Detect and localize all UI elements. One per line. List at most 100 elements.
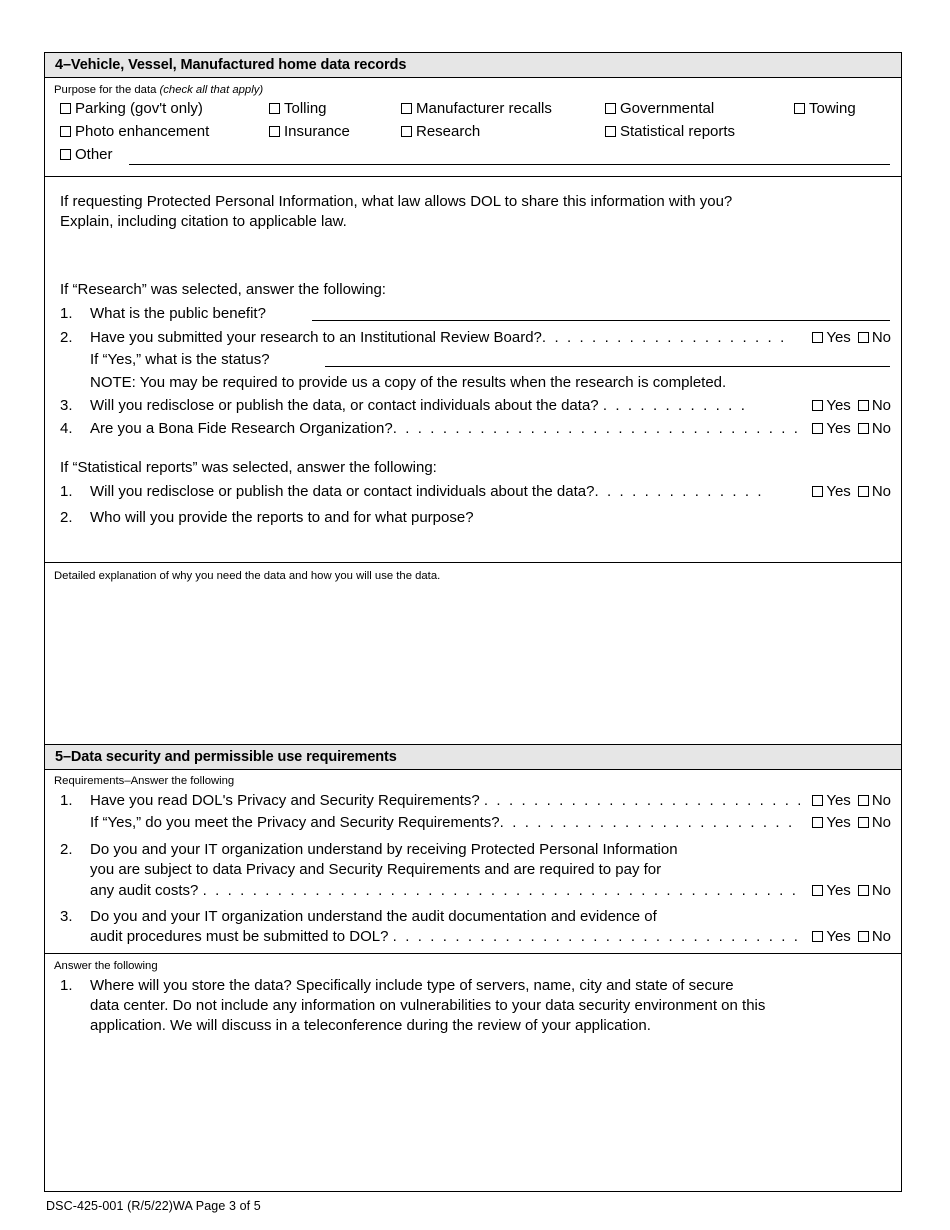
question-text-wrap: If “Yes,” do you meet the Privacy and Se…: [90, 813, 800, 833]
ppi-question-line-1: If requesting Protected Personal Informa…: [60, 192, 733, 210]
dot-leader: . . . . . . . . . . . . . . . . . . . . …: [499, 813, 795, 831]
checkbox-no[interactable]: No: [857, 483, 891, 500]
no-label: No: [871, 928, 891, 946]
checkbox-insurance[interactable]: Insurance: [269, 123, 350, 140]
checkbox-box-icon[interactable]: [812, 816, 824, 828]
checkbox-box-icon[interactable]: [812, 485, 824, 497]
checkbox-no[interactable]: No: [857, 420, 891, 437]
stats-answer-area[interactable]: [54, 528, 892, 556]
ppi-answer-area[interactable]: [54, 232, 892, 280]
research-q2-status-line[interactable]: [325, 365, 890, 367]
checkbox-statistical-reports[interactable]: Statistical reports: [605, 123, 735, 140]
checkbox-box-icon[interactable]: [605, 125, 616, 137]
question-text-line-1: Do you and your IT organization understa…: [90, 907, 657, 925]
checkbox-no[interactable]: No: [857, 928, 891, 946]
checkbox-yes[interactable]: Yes: [812, 814, 851, 831]
checkbox-manufacturer-recalls[interactable]: Manufacturer recalls: [401, 100, 552, 117]
checkbox-box-icon[interactable]: [269, 125, 280, 137]
yes-label: Yes: [826, 420, 851, 438]
yes-label: Yes: [826, 397, 851, 415]
storage-answer-input[interactable]: [54, 1037, 892, 1185]
checkbox-yes[interactable]: Yes: [812, 420, 851, 438]
no-label: No: [871, 791, 891, 809]
research-question-1: 1. What is the public benefit?: [60, 304, 892, 325]
checkbox-tolling[interactable]: Tolling: [269, 100, 327, 117]
section-5-requirements: Requirements–Answer the following 1. Hav…: [45, 770, 901, 953]
question-text: Have you submitted your research to an I…: [90, 328, 542, 346]
purpose-row-other: Other: [54, 146, 892, 170]
stats-leadin: If “Statistical reports” was selected, a…: [60, 458, 437, 476]
checkbox-no[interactable]: No: [857, 791, 891, 809]
checkbox-label: Parking (gov't only): [75, 99, 203, 117]
security-question-2: 2. Do you and your IT organization under…: [60, 840, 892, 881]
question-text-wrap: Will you redisclose or publish the data,…: [90, 396, 800, 416]
checkbox-box-icon[interactable]: [60, 125, 71, 137]
checkbox-box-icon[interactable]: [812, 331, 824, 343]
checkbox-box-icon[interactable]: [60, 148, 71, 160]
checkbox-box-icon[interactable]: [857, 884, 869, 896]
checkbox-box-icon[interactable]: [812, 884, 824, 896]
question-text-line-1: Where will you store the data? Specifica…: [90, 976, 734, 994]
no-label: No: [871, 397, 891, 415]
checkbox-box-icon[interactable]: [794, 102, 805, 114]
checkbox-yes[interactable]: Yes: [812, 928, 851, 945]
checkbox-box-icon[interactable]: [812, 931, 824, 943]
other-write-in-line[interactable]: [129, 163, 890, 165]
yes-label: Yes: [826, 482, 851, 500]
checkbox-other[interactable]: Other: [60, 146, 113, 163]
checkbox-no[interactable]: No: [857, 397, 891, 415]
checkbox-governmental[interactable]: Governmental: [605, 100, 714, 117]
no-label: No: [871, 881, 891, 899]
checkbox-box-icon[interactable]: [812, 794, 824, 806]
checkbox-no[interactable]: No: [857, 881, 891, 899]
checkbox-box-icon[interactable]: [857, 816, 869, 828]
purpose-label: Purpose for the data (check all that app…: [54, 83, 892, 98]
research-leadin: If “Research” was selected, answer the f…: [60, 280, 386, 298]
dot-leader: . . . . . . . . . . . . . .: [594, 482, 764, 500]
checkbox-box-icon[interactable]: [857, 931, 869, 943]
checkbox-no[interactable]: No: [857, 813, 891, 831]
checkbox-yes[interactable]: Yes: [812, 882, 851, 899]
research-q1-answer-line[interactable]: [312, 319, 890, 321]
checkbox-yes[interactable]: Yes: [812, 482, 851, 500]
checkbox-label: Tolling: [284, 99, 327, 117]
no-label: No: [871, 813, 891, 831]
purpose-row-1: Parking (gov't only) Tolling Manufacture…: [54, 100, 892, 123]
checkbox-no[interactable]: No: [857, 329, 891, 346]
question-text: If “Yes,” do you meet the Privacy and Se…: [90, 813, 500, 831]
question-text-wrap: Have you read DOL's Privacy and Security…: [90, 791, 800, 811]
section-5-header: 5–Data security and permissible use requ…: [45, 744, 901, 770]
checkbox-box-icon[interactable]: [857, 331, 869, 343]
checkbox-yes[interactable]: Yes: [812, 397, 851, 415]
detailed-explanation-input[interactable]: [45, 586, 901, 744]
section-4-body: Purpose for the data (check all that app…: [45, 78, 901, 176]
checkbox-photo-enhancement[interactable]: Photo enhancement: [60, 123, 209, 140]
checkbox-research[interactable]: Research: [401, 123, 480, 140]
checkbox-parking[interactable]: Parking (gov't only): [60, 100, 203, 117]
ppi-question-line-2: Explain, including citation to applicabl…: [60, 212, 347, 230]
storage-question: 1. Where will you store the data? Specif…: [60, 976, 892, 1037]
checkbox-box-icon[interactable]: [857, 400, 869, 412]
checkbox-yes[interactable]: Yes: [812, 329, 851, 346]
checkbox-box-icon[interactable]: [60, 102, 71, 114]
checkbox-box-icon[interactable]: [605, 102, 616, 114]
answer-following-box: Answer the following 1. Where will you s…: [44, 954, 902, 1192]
question-number: 2.: [60, 508, 73, 526]
checkbox-box-icon[interactable]: [401, 125, 412, 137]
checkbox-towing[interactable]: Towing: [794, 100, 856, 117]
checkbox-box-icon[interactable]: [857, 485, 869, 497]
security-question-2-last-line: any audit costs? . . . . . . . . . . . .…: [60, 881, 892, 901]
checkbox-box-icon[interactable]: [401, 102, 412, 114]
checkbox-box-icon[interactable]: [812, 423, 824, 435]
section-4-box: 4–Vehicle, Vessel, Manufactured home dat…: [44, 52, 902, 564]
question-text-line-3: any audit costs?: [90, 881, 199, 899]
checkbox-box-icon[interactable]: [812, 400, 824, 412]
question-number: 1.: [60, 976, 73, 994]
checkbox-box-icon[interactable]: [857, 423, 869, 435]
checkbox-box-icon[interactable]: [269, 102, 280, 114]
checkbox-box-icon[interactable]: [857, 794, 869, 806]
yes-label: Yes: [826, 791, 851, 809]
checkbox-yes[interactable]: Yes: [812, 791, 851, 809]
dot-leader: . . . . . . . . . . . . . . . . . . . . …: [202, 881, 800, 899]
question-text-line-1: Do you and your IT organization understa…: [90, 841, 678, 859]
